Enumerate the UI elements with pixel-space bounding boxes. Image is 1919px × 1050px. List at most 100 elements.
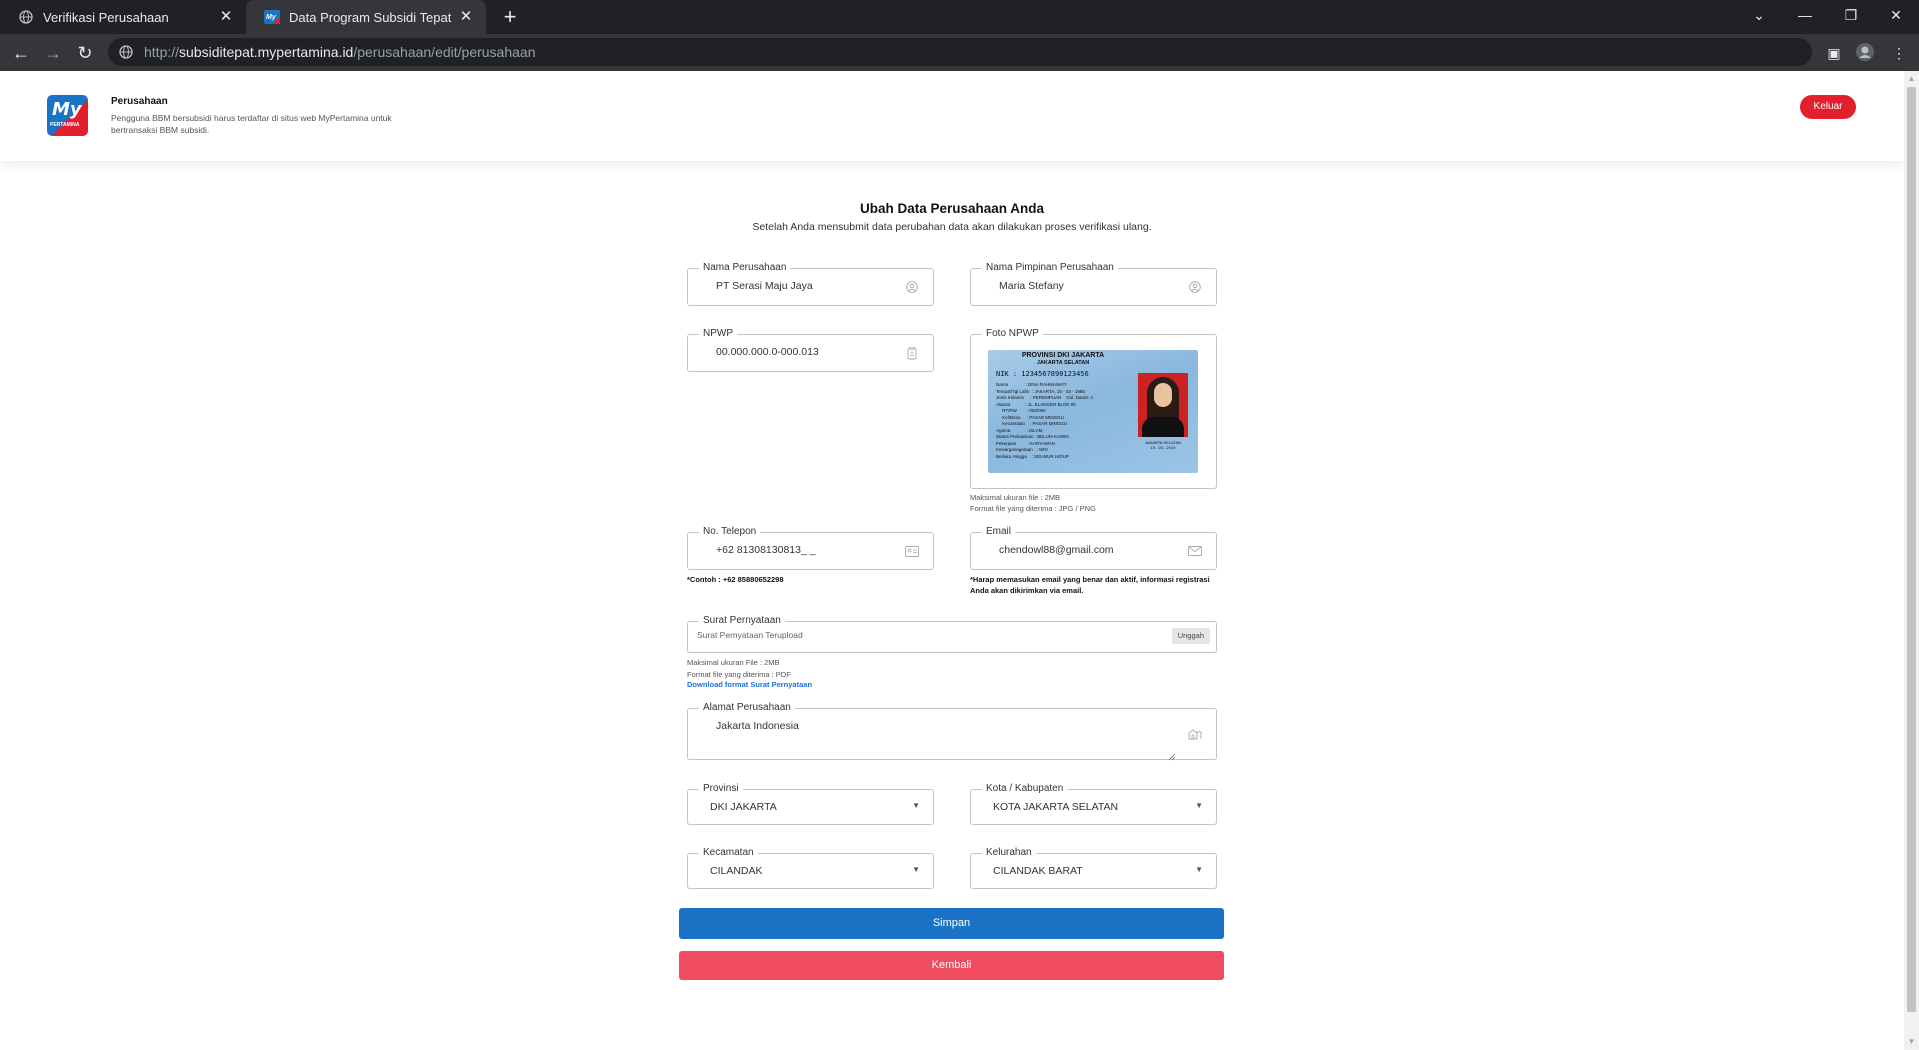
field-label: Email xyxy=(982,525,1016,539)
mypertamina-logo: My PERTAMINA xyxy=(47,95,88,136)
phone-field[interactable]: No. Telepon +62 81308130813_ _ xyxy=(687,525,934,570)
back-arrow-icon[interactable]: ← xyxy=(8,40,34,66)
field-value: chendowl88@gmail.com xyxy=(999,544,1114,556)
field-label: Kelurahan xyxy=(982,846,1036,860)
field-value: DKI JAKARTA xyxy=(710,801,777,813)
tab-title: Data Program Subsidi Tepat xyxy=(289,9,452,25)
caret-down-icon: ▼ xyxy=(912,801,920,810)
clipboard-icon xyxy=(905,346,919,360)
restore-icon[interactable]: ❐ xyxy=(1828,0,1874,30)
save-button[interactable]: Simpan xyxy=(679,908,1224,939)
scroll-down-icon[interactable]: ▼ xyxy=(1907,1037,1916,1047)
card-province: PROVINSI DKI JAKARTA xyxy=(1021,352,1105,359)
minimize-icon[interactable]: — xyxy=(1782,0,1828,30)
statement-upload-field[interactable]: Surat Pernyataan Surat Pernyataan Terupl… xyxy=(687,614,1217,653)
plus-icon[interactable]: + xyxy=(498,5,522,29)
card-city: JAKARTA SELATAN xyxy=(1036,360,1090,366)
svg-text:My: My xyxy=(266,14,277,21)
card-portrait xyxy=(1138,373,1188,437)
page-content: My PERTAMINA Perusahaan Pengguna BBM ber… xyxy=(0,71,1904,1050)
upload-button[interactable]: Unggah xyxy=(1171,628,1210,644)
header-title: Perusahaan xyxy=(111,96,168,107)
chevron-down-icon[interactable]: ⌄ xyxy=(1736,0,1782,30)
forward-arrow-icon[interactable]: → xyxy=(40,40,66,66)
form-subtitle: Setelah Anda mensubmit data perubahan da… xyxy=(752,221,1152,233)
logout-button[interactable]: Keluar xyxy=(1800,95,1856,119)
field-value: +62 81308130813_ _ xyxy=(716,544,816,556)
npwp-photo-field[interactable]: Foto NPWP PROVINSI DKI JAKARTA JAKARTA S… xyxy=(970,327,1217,489)
field-label: Nama Perusahaan xyxy=(699,261,791,275)
caret-down-icon: ▼ xyxy=(1195,801,1203,810)
field-label: Foto NPWP xyxy=(982,327,1043,341)
field-label: Nama Pimpinan Perusahaan xyxy=(982,261,1118,275)
company-name-field[interactable]: Nama Perusahaan PT Serasi Maju Jaya xyxy=(687,261,934,306)
email-field[interactable]: Email chendowl88@gmail.com xyxy=(970,525,1217,570)
district-select[interactable]: Kecamatan CILANDAK ▼ xyxy=(687,846,934,889)
page-scrollbar[interactable]: ▲ ▼ xyxy=(1904,71,1919,1050)
download-statement-link[interactable]: Download format Surat Pernyataan xyxy=(687,680,812,689)
card-nik: NIK : 1234567890123456 xyxy=(996,370,1089,378)
address-bar[interactable]: http://subsiditepat.mypertamina.id/perus… xyxy=(108,38,1812,66)
globe-icon xyxy=(18,9,34,25)
field-label: Provinsi xyxy=(699,782,743,796)
leader-name-field[interactable]: Nama Pimpinan Perusahaan Maria Stefany xyxy=(970,261,1217,306)
card-signature: JAKARTA SELATAN 15 - 03 - 2019 xyxy=(1144,440,1182,450)
contact-card-icon xyxy=(905,544,919,558)
field-label: No. Telepon xyxy=(699,525,761,539)
field-label: Surat Pernyataan xyxy=(699,614,785,628)
field-label: NPWP xyxy=(699,327,737,341)
close-icon[interactable]: ✕ xyxy=(458,9,474,25)
site-header: My PERTAMINA Perusahaan Pengguna BBM ber… xyxy=(0,71,1904,161)
card-details: Nama : DINA RAHMAWATI Tempat/Tgl Lahir :… xyxy=(996,382,1094,459)
email-hint: *Harap memasukan email yang benar dan ak… xyxy=(970,575,1210,595)
logo-subtext: PERTAMINA xyxy=(50,122,80,128)
field-label: Kota / Kabupaten xyxy=(982,782,1068,796)
scroll-up-icon[interactable]: ▲ xyxy=(1907,74,1916,84)
caret-down-icon: ▼ xyxy=(1195,865,1203,874)
statement-hint-size: Maksimal ukuran File : 2MB xyxy=(687,658,780,667)
url-text: http://subsiditepat.mypertamina.id/perus… xyxy=(144,44,536,60)
scrollbar-thumb[interactable] xyxy=(1907,87,1916,1012)
field-value: Surat Pernyataan Terupload xyxy=(697,630,803,640)
user-icon xyxy=(1188,280,1202,294)
address-field[interactable]: Alamat Perusahaan Jakarta Indonesia xyxy=(687,701,1217,761)
browser-toolbar: ← → ↻ http://subsiditepat.mypertamina.id… xyxy=(0,34,1919,71)
envelope-icon xyxy=(1188,544,1202,558)
window-close-icon[interactable]: ✕ xyxy=(1873,0,1919,30)
npwp-photo-hint-format: Format file yang diterima : JPG / PNG xyxy=(970,504,1096,513)
mypertamina-favicon: My xyxy=(264,9,280,25)
tab-data-program-subsidi-tepat[interactable]: My Data Program Subsidi Tepat ✕ xyxy=(246,0,486,34)
phone-hint: *Contoh : +62 85880652298 xyxy=(687,575,784,584)
field-value: 00.000.000.0-000.013 xyxy=(716,346,819,358)
header-description: Pengguna BBM bersubsidi harus terdaftar … xyxy=(111,113,392,135)
npwp-photo-preview: PROVINSI DKI JAKARTA JAKARTA SELATAN NIK… xyxy=(988,350,1198,473)
browser-tab-bar: Verifikasi Perusahaan ✕ My Data Program … xyxy=(0,0,1919,34)
field-value: KOTA JAKARTA SELATAN xyxy=(993,801,1119,813)
site-info-icon[interactable] xyxy=(118,44,134,60)
city-select[interactable]: Kota / Kabupaten KOTA JAKARTA SELATAN ▼ xyxy=(970,782,1217,825)
tab-title: Verifikasi Perusahaan xyxy=(43,9,169,25)
close-icon[interactable]: ✕ xyxy=(218,9,234,25)
logo-text: My xyxy=(52,99,82,120)
user-icon xyxy=(905,280,919,294)
menu-kebab-icon[interactable]: ⋮ xyxy=(1888,42,1910,64)
profile-avatar-icon[interactable] xyxy=(1854,42,1876,64)
field-value: Maria Stefany xyxy=(999,280,1064,292)
province-select[interactable]: Provinsi DKI JAKARTA ▼ xyxy=(687,782,934,825)
field-label: Alamat Perusahaan xyxy=(699,701,795,715)
village-select[interactable]: Kelurahan CILANDAK BARAT ▼ xyxy=(970,846,1217,889)
field-value: Jakarta Indonesia xyxy=(716,720,799,732)
npwp-field[interactable]: NPWP 00.000.000.0-000.013 xyxy=(687,327,934,372)
caret-down-icon: ▼ xyxy=(912,865,920,874)
field-label: Kecamatan xyxy=(699,846,758,860)
tab-verifikasi-perusahaan[interactable]: Verifikasi Perusahaan ✕ xyxy=(0,0,246,34)
reload-icon[interactable]: ↻ xyxy=(72,40,98,66)
resize-handle-icon[interactable] xyxy=(1168,748,1176,761)
building-icon xyxy=(1188,727,1202,741)
field-value: CILANDAK BARAT xyxy=(993,865,1083,877)
back-button[interactable]: Kembali xyxy=(679,951,1224,980)
form-title: Ubah Data Perusahaan Anda xyxy=(859,201,1045,216)
field-value: PT Serasi Maju Jaya xyxy=(716,280,813,292)
field-value: CILANDAK xyxy=(710,865,763,877)
side-panel-icon[interactable]: ▣ xyxy=(1823,42,1845,64)
